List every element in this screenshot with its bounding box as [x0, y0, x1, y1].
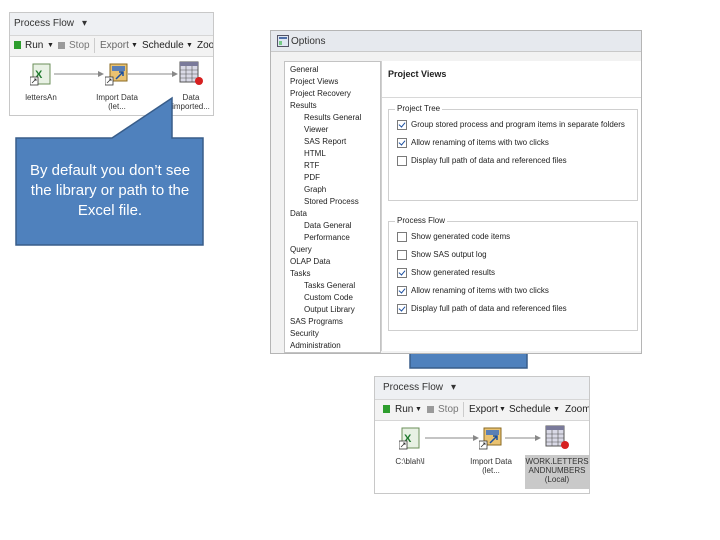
checkbox-label: Show generated results: [411, 268, 496, 278]
options-title: Options: [291, 36, 326, 47]
tree-item[interactable]: General: [290, 65, 318, 74]
process-flow-header: Process Flow ▾: [375, 377, 589, 400]
tree-item[interactable]: Results: [290, 101, 317, 110]
checkbox-checked[interactable]: [397, 268, 407, 278]
tree-item[interactable]: Results General: [304, 113, 361, 122]
excel-node-label: C:\blah\l: [395, 457, 425, 466]
process-flow-panel-bottom: Process Flow ▾ Run ▼ Stop Export ▼ Sched…: [374, 376, 590, 494]
checkbox-row[interactable]: Display full path of data and referenced…: [397, 304, 567, 314]
checkbox-label: Show generated code items: [411, 232, 511, 242]
checkbox-unchecked[interactable]: [397, 232, 407, 242]
checkbox-unchecked[interactable]: [397, 156, 407, 166]
stop-icon[interactable]: [427, 406, 434, 413]
panel-title-divider: [382, 97, 641, 98]
tree-item[interactable]: Data General: [304, 221, 352, 230]
checkbox-label: Display full path of data and referenced…: [411, 156, 567, 166]
dropdown-arrow-icon[interactable]: ▾: [451, 382, 456, 393]
import-node-label: Import Data (let...: [470, 457, 512, 475]
process-flow-canvas: X C:\blah\l Import Data (let... WORK.LET…: [375, 421, 589, 493]
data-table-icon[interactable]: [543, 425, 569, 451]
checkbox-row[interactable]: Allow renaming of items with two clicks: [397, 286, 549, 296]
tree-item[interactable]: SAS Report: [304, 137, 346, 146]
tree-item[interactable]: Data: [290, 209, 307, 218]
schedule-dropdown-icon[interactable]: ▼: [553, 406, 560, 413]
checkbox-label: Display full path of data and referenced…: [411, 304, 567, 314]
tree-item[interactable]: Project Recovery: [290, 89, 351, 98]
options-window-icon: [277, 35, 289, 47]
tree-item[interactable]: Project Views: [290, 77, 338, 86]
checkbox-checked[interactable]: [397, 286, 407, 296]
tree-item[interactable]: SAS Programs: [290, 317, 343, 326]
callout-left-text: By default you don’t see the library or …: [29, 162, 191, 219]
tree-item[interactable]: HTML: [304, 149, 326, 158]
checkbox-unchecked[interactable]: [397, 250, 407, 260]
run-button[interactable]: Run: [395, 404, 413, 415]
checkbox-row[interactable]: Allow renaming of items with two clicks: [397, 138, 549, 148]
checkbox-label: Show SAS output log: [411, 250, 487, 260]
checkbox-row[interactable]: Show generated code items: [397, 232, 510, 242]
tree-item[interactable]: Output Library: [304, 305, 355, 314]
process-flow-toolbar: Run ▼ Stop Export ▼ Schedule ▼ Zoom: [375, 400, 589, 421]
separator: [463, 402, 464, 417]
project-tree-label: Project Tree: [395, 104, 443, 113]
checkbox-row[interactable]: Show SAS output log: [397, 250, 487, 260]
checkbox-label: Allow renaming of items with two clicks: [411, 286, 549, 296]
checkbox-label: Group stored process and program items i…: [411, 120, 625, 130]
zoom-button[interactable]: Zoom: [565, 404, 589, 415]
process-flow-title: Process Flow: [383, 382, 444, 393]
options-settings-panel: Project Views Project Tree Group stored …: [381, 61, 641, 351]
tree-item[interactable]: Performance: [304, 233, 350, 242]
tree-item[interactable]: PDF: [304, 173, 320, 182]
import-data-icon[interactable]: [479, 427, 503, 451]
tree-item[interactable]: Stored Process: [304, 197, 359, 206]
options-category-tree[interactable]: General Project Views Project Recovery R…: [284, 61, 381, 353]
tree-item[interactable]: Graph: [304, 185, 326, 194]
tree-item[interactable]: Administration: [290, 341, 341, 350]
tree-item[interactable]: OLAP Data: [290, 257, 330, 266]
checkbox-checked[interactable]: [397, 304, 407, 314]
checkbox-label: Allow renaming of items with two clicks: [411, 138, 549, 148]
options-dialog: Options General Project Views Project Re…: [270, 30, 642, 354]
data-node-label: WORK.LETTERSANDNUMBERS (Local): [525, 457, 589, 484]
options-title-bar: Options: [271, 31, 641, 52]
tree-item[interactable]: RTF: [304, 161, 319, 170]
checkbox-row[interactable]: Group stored process and program items i…: [397, 120, 625, 130]
stop-button[interactable]: Stop: [438, 404, 459, 415]
checkbox-row[interactable]: Show generated results: [397, 268, 495, 278]
tree-item[interactable]: Tasks: [290, 269, 310, 278]
tree-item[interactable]: Query: [290, 245, 312, 254]
project-tree-group: Project Tree Group stored process and pr…: [388, 104, 638, 201]
excel-file-icon[interactable]: X: [399, 427, 421, 451]
checkbox-checked[interactable]: [397, 120, 407, 130]
callout-right-text: Check this on: [423, 337, 514, 354]
tree-item[interactable]: Viewer: [304, 125, 328, 134]
process-flow-label: Process Flow: [395, 216, 448, 225]
process-flow-group: Process Flow Show generated code items S…: [388, 216, 638, 331]
checkbox-row[interactable]: Display full path of data and referenced…: [397, 156, 567, 166]
checkbox-checked[interactable]: [397, 138, 407, 148]
tree-item[interactable]: Custom Code: [304, 293, 353, 302]
tree-item[interactable]: Tasks General: [304, 281, 355, 290]
run-icon[interactable]: [383, 405, 390, 413]
export-dropdown-icon[interactable]: ▼: [499, 406, 506, 413]
run-dropdown-icon[interactable]: ▼: [415, 406, 422, 413]
tree-item[interactable]: Security: [290, 329, 319, 338]
export-button[interactable]: Export: [469, 404, 498, 415]
panel-title: Project Views: [388, 69, 447, 79]
schedule-button[interactable]: Schedule: [509, 404, 551, 415]
